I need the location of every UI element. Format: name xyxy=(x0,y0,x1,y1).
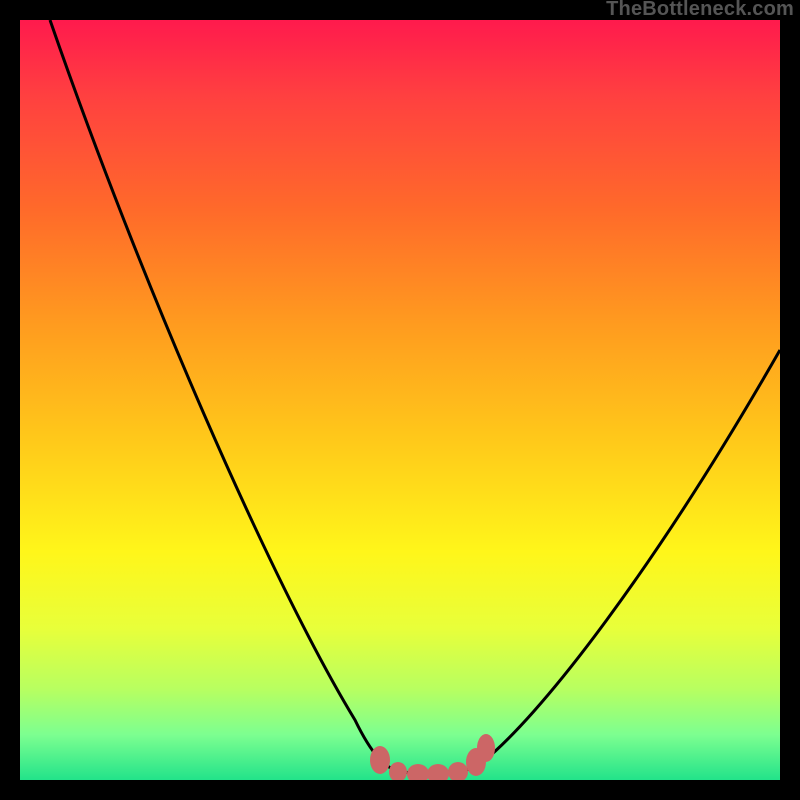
marker-cluster xyxy=(370,734,495,780)
bottleneck-curve-right xyxy=(400,350,780,773)
plot-area xyxy=(20,20,780,780)
chart-frame: TheBottleneck.com xyxy=(0,0,800,800)
watermark-text: TheBottleneck.com xyxy=(606,0,794,21)
curve-svg xyxy=(20,20,780,780)
bottleneck-curve-left xyxy=(50,20,400,772)
